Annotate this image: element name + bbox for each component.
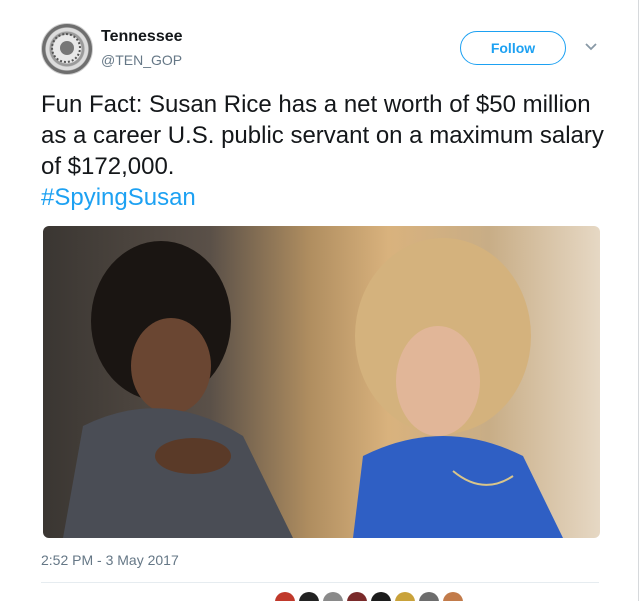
chevron-down-icon[interactable] xyxy=(584,40,598,54)
liker-avatar[interactable] xyxy=(395,592,415,601)
tweet-photo[interactable] xyxy=(43,226,600,538)
liker-avatar[interactable] xyxy=(443,592,463,601)
account-name[interactable]: Tennessee xyxy=(101,28,183,46)
avatar[interactable] xyxy=(41,23,93,75)
hashtag-link[interactable]: #SpyingSusan xyxy=(41,182,621,213)
liker-avatar[interactable] xyxy=(371,592,391,601)
tweet-timestamp[interactable]: 2:52 PM - 3 May 2017 xyxy=(41,552,179,568)
liker-avatar[interactable] xyxy=(275,592,295,601)
liker-avatar[interactable] xyxy=(299,592,319,601)
tweet-card: Tennessee @TEN_GOP Follow Fun Fact: Susa… xyxy=(0,0,639,601)
liker-avatar[interactable] xyxy=(419,592,439,601)
tweet-body: Fun Fact: Susan Rice has a net worth of … xyxy=(41,91,604,180)
divider xyxy=(41,582,599,583)
follow-button[interactable]: Follow xyxy=(460,31,566,65)
tweet-text: Fun Fact: Susan Rice has a net worth of … xyxy=(41,89,621,213)
liker-avatar[interactable] xyxy=(347,592,367,601)
liker-avatars[interactable] xyxy=(275,592,463,601)
account-handle[interactable]: @TEN_GOP xyxy=(101,52,182,68)
liker-avatar[interactable] xyxy=(323,592,343,601)
photo-content xyxy=(63,238,563,538)
